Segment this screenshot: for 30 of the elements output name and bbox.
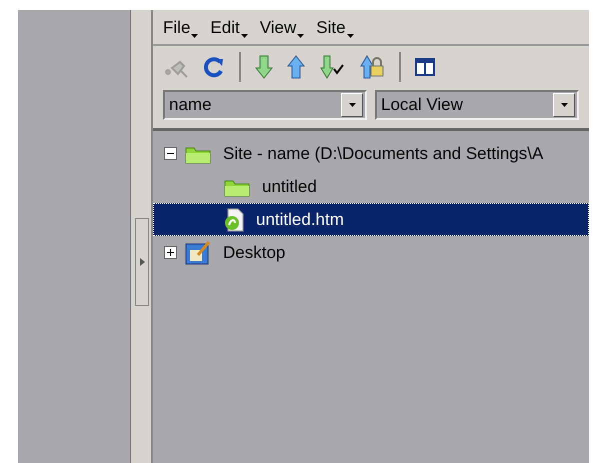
refresh-icon [203, 56, 225, 78]
caret-icon [297, 34, 304, 38]
caret-icon [560, 103, 568, 107]
splitter-handle[interactable] [135, 218, 149, 306]
menu-item[interactable]: File [163, 18, 198, 38]
menu-item[interactable]: View [260, 18, 304, 38]
desktop-icon [185, 240, 211, 264]
view-dropdown[interactable]: Local View [375, 90, 579, 120]
menu-item[interactable]: Site [316, 18, 354, 38]
file-icon [224, 208, 244, 232]
caret-icon [191, 34, 198, 38]
tree-item[interactable]: Desktop [153, 236, 589, 269]
caret-icon [348, 103, 356, 107]
menu-item[interactable]: Edit [210, 18, 248, 38]
up-arrow-icon [287, 55, 305, 79]
panel-icon [415, 58, 435, 76]
tree-item[interactable]: untitled [153, 170, 589, 203]
toolbar-button[interactable] [319, 55, 345, 79]
toolbar-button[interactable] [415, 58, 435, 76]
tree-item[interactable]: Site - name (D:\Documents and Settings\A [153, 137, 589, 170]
expand-icon[interactable] [164, 246, 177, 259]
up-arrow-lock-icon [359, 55, 385, 79]
collapse-icon[interactable] [164, 147, 177, 160]
down-arrow-check-icon [319, 55, 345, 79]
site-dropdown[interactable]: name [163, 90, 367, 120]
down-arrow-icon [255, 55, 273, 79]
expand-arrow-icon [140, 258, 144, 266]
tree-item[interactable]: untitled.htm [153, 203, 589, 236]
caret-icon [240, 34, 248, 38]
caret-icon [346, 34, 354, 38]
